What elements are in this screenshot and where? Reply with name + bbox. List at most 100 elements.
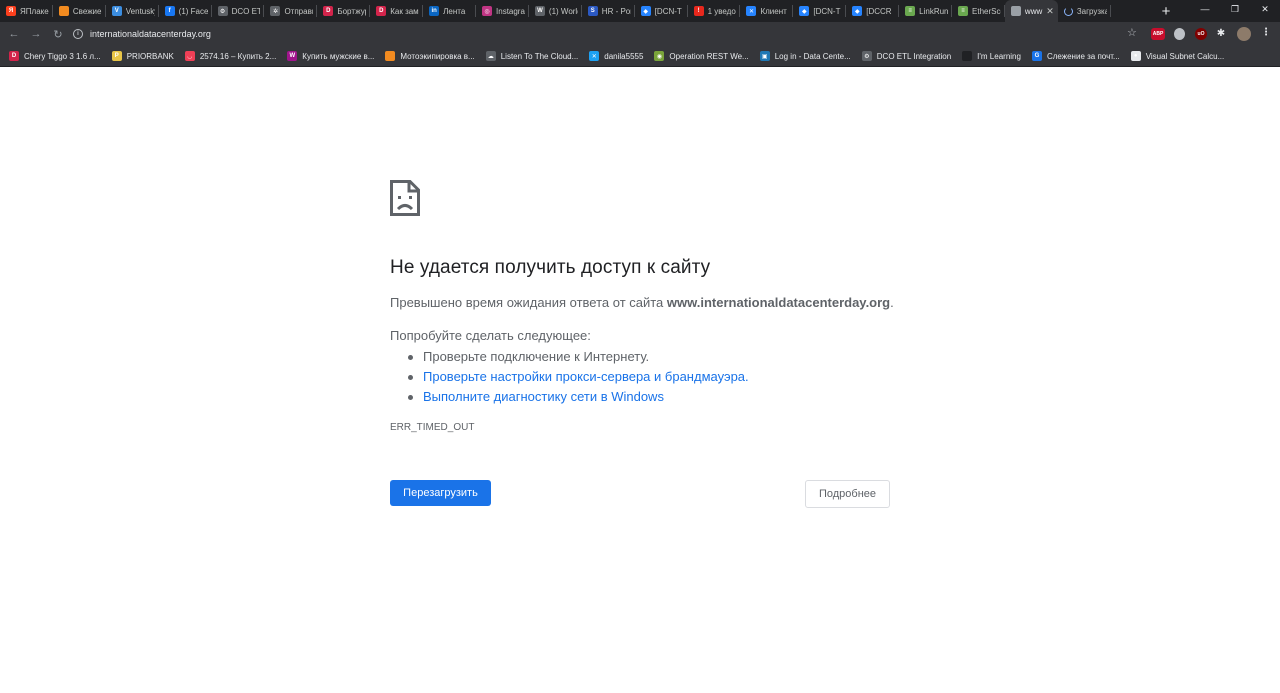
suggestions-heading: Попробуйте сделать следующее: [390, 328, 591, 343]
bullet-icon [408, 354, 413, 360]
suggestion-text: Проверьте подключение к Интернету. [423, 349, 650, 364]
arrow-right-icon: → [30, 28, 42, 40]
tab[interactable]: in Лента [423, 0, 476, 22]
tab-list: ЯЯПлаке Свежие VVentuskyf(1) Facebook⚙DCO … [0, 0, 1152, 22]
datacenter-icon: ▣ [759, 51, 770, 61]
tab[interactable]: Загрузка [1058, 0, 1111, 22]
bookmark-item[interactable]: ⚙ DCO ETL Integration [861, 51, 951, 61]
ublock-origin-icon[interactable]: uO [1195, 28, 1207, 40]
bookmark-item[interactable]: P PRIORBANK [111, 51, 174, 61]
bookmark-item[interactable]: ✕ danila5555 [589, 51, 643, 61]
drive2-icon: D [376, 6, 387, 16]
bookmark-item[interactable]: ● Visual Subnet Calcu... [1130, 51, 1225, 61]
bookmark-label: Слежение за почт... [1046, 51, 1120, 61]
tab[interactable]: f(1) Facebook [159, 0, 212, 22]
globe-icon [1010, 6, 1021, 16]
bookmark-item[interactable]: W Купить мужские в... [287, 51, 374, 61]
extension-icon[interactable] [1174, 28, 1185, 40]
bookmark-item[interactable]: Мотоэкипировка в... [385, 51, 475, 61]
tab[interactable]: ✕ Клиент [740, 0, 794, 22]
bookmark-label: PRIORBANK [126, 51, 174, 61]
arrow-left-icon: ← [8, 28, 20, 40]
bookmark-item[interactable]: D Chery Tiggo 3 1.6 л... [9, 51, 101, 61]
tab[interactable]: ◆ [DCN-T [635, 0, 688, 22]
bullet-icon [408, 394, 413, 400]
bookmark-item[interactable]: G Слежение за почт... [1031, 51, 1120, 61]
bookmark-label: Visual Subnet Calcu... [1145, 51, 1225, 61]
signal-icon: ≡ [905, 6, 916, 16]
bookmark-label: Operation REST We... [669, 51, 749, 61]
api-icon: ◉ [654, 51, 665, 61]
profile-avatar[interactable] [1237, 27, 1251, 41]
tab[interactable]: ≡LinkRunner [899, 0, 952, 22]
instagram-icon: ◎ [482, 6, 493, 16]
bookmark-item[interactable]: I'm Learning [962, 51, 1021, 61]
wildberries-icon: W [287, 51, 298, 61]
fox-icon [58, 6, 69, 16]
tab[interactable]: ≡EtherScope [952, 0, 1005, 22]
tab[interactable]: Я ЯПлаке [0, 0, 53, 22]
tab[interactable]: Свежие [53, 0, 106, 22]
tab-title: LinkRunner [919, 6, 949, 16]
bookmark-label: Listen To The Cloud... [500, 51, 579, 61]
bookmark-label: Log in - Data Cente... [774, 51, 851, 61]
tab[interactable]: ◎Instagram [476, 0, 529, 22]
new-tab-button[interactable]: + [1156, 0, 1176, 22]
tab[interactable]: SHR - Portal [582, 0, 635, 22]
site-info-icon[interactable]: i [73, 29, 83, 39]
back-button[interactable]: ← [3, 23, 25, 45]
details-button[interactable]: Подробнее [805, 480, 890, 508]
learning-icon [962, 51, 973, 61]
loading-icon [1063, 6, 1073, 16]
bookmark-item[interactable]: ◡ 2574.16 – Купить 2... [184, 51, 276, 61]
suggestion-item: Проверьте подключение к Интернету. [408, 347, 749, 367]
signal-icon: ≡ [958, 6, 969, 16]
suggestion-link[interactable]: Проверьте настройки прокси-сервера и бра… [423, 369, 749, 385]
reload-toolbar-button[interactable]: ↻ [47, 23, 69, 45]
tab[interactable]: VVentusky [106, 0, 159, 22]
bookmark-item[interactable]: ◉ Operation REST We... [654, 51, 749, 61]
reload-button[interactable]: Перезагрузить [390, 480, 491, 506]
tab-active[interactable]: www ✕ [1004, 0, 1058, 22]
tab[interactable]: ◆ [DCCR [846, 0, 900, 22]
tab[interactable]: W(1) WorldSkills [529, 0, 582, 22]
restore-icon[interactable]: ❐ [1220, 0, 1250, 18]
tab-title: Свежие [72, 6, 102, 16]
bookmark-item[interactable]: ☁ Listen To The Cloud... [485, 51, 579, 61]
url-text: internationaldatacenterday.org [90, 29, 211, 39]
jira-icon: ◆ [852, 6, 863, 16]
forward-button[interactable]: → [25, 23, 47, 45]
bookmark-label: I'm Learning [977, 51, 1021, 61]
error-desc-suffix: . [890, 295, 894, 310]
tab-close-icon[interactable]: ✕ [1046, 6, 1054, 17]
tab[interactable]: DБортжурнал [317, 0, 371, 22]
bookmark-label: Купить мужские в... [302, 51, 375, 61]
folder-icon [385, 51, 396, 61]
tab[interactable]: DКак заменить [370, 0, 424, 22]
minimize-icon[interactable]: — [1190, 0, 1220, 18]
bank-icon: P [111, 51, 122, 61]
tab-title: EtherScope [972, 6, 1001, 16]
tab-title: HR - Portal [601, 6, 631, 16]
tab[interactable]: ⚙DCO ETL [212, 0, 265, 22]
tab[interactable]: ✲Отправка [264, 0, 318, 22]
tab[interactable]: !1 уведомление [688, 0, 741, 22]
linkedin-icon: in [429, 6, 440, 16]
adblock-plus-icon[interactable]: ABP [1151, 28, 1165, 40]
suggestion-link[interactable]: Выполните диагностику сети в Windows [423, 389, 664, 405]
close-window-icon[interactable]: ✕ [1250, 0, 1280, 18]
error-title: Не удается получить доступ к сайту [390, 257, 711, 278]
jira-icon: ◆ [799, 6, 810, 16]
bookmark-star-icon[interactable]: ☆ [1127, 26, 1137, 39]
bookmark-item[interactable]: ▣ Log in - Data Cente... [759, 51, 851, 61]
drive2-icon: D [9, 51, 19, 61]
extensions-puzzle-icon[interactable]: ✱ [1215, 27, 1227, 39]
tab-title: (1) WorldSkills [548, 6, 578, 16]
suggestion-item: Выполните диагностику сети в Windows [408, 387, 749, 407]
tab[interactable]: ◆ [DCN-T [793, 0, 847, 22]
window-controls: — ❐ ✕ [1190, 0, 1280, 18]
tracking-icon: G [1031, 51, 1042, 61]
address-bar[interactable]: i internationaldatacenterday.org [73, 24, 1133, 44]
pocket-icon: ◡ [184, 51, 195, 61]
menu-kebab-icon[interactable]: ⋮ [1261, 26, 1271, 38]
